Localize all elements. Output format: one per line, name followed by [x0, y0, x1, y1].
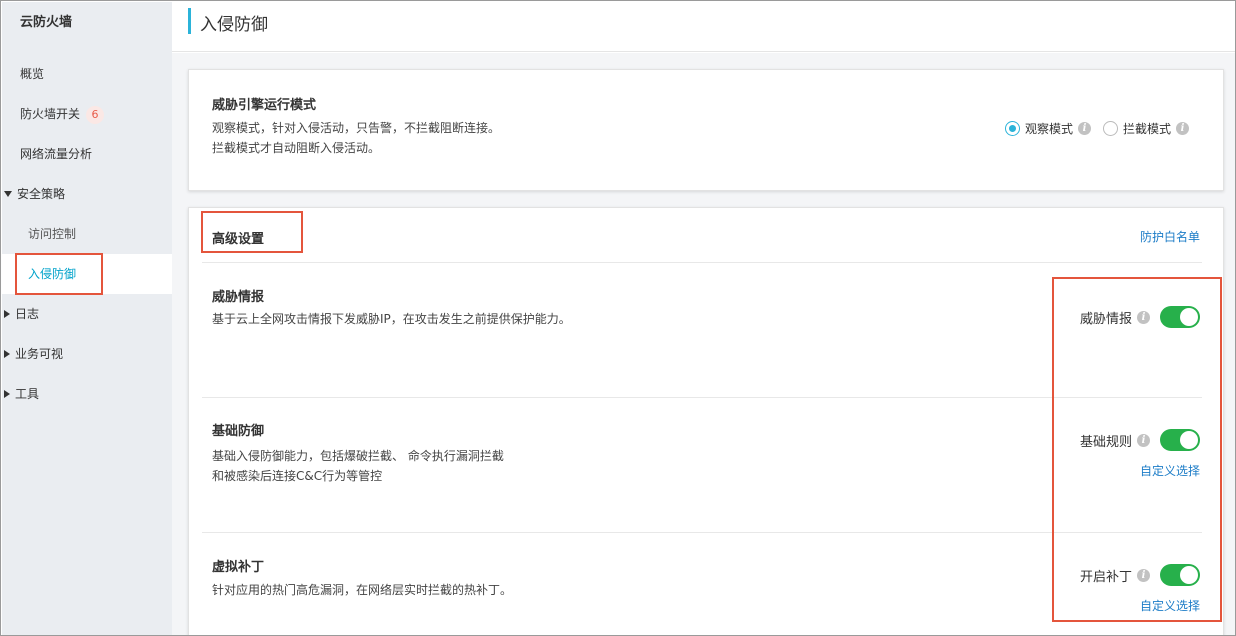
basic-rules-toggle[interactable]	[1160, 429, 1200, 451]
engine-mode-desc-2: 拦截模式才自动阻断入侵活动。	[212, 141, 381, 155]
info-icon[interactable]: i	[1078, 122, 1092, 135]
basic-rules-toggle-row: 基础规则 i	[1080, 429, 1200, 451]
sidebar-item-firewall-switch[interactable]: 防火墙开关 6	[2, 94, 172, 134]
sidebar-item-traffic-analysis[interactable]: 网络流量分析	[2, 134, 172, 174]
sidebar-item-label: 工具	[15, 387, 40, 401]
title-accent-bar	[188, 8, 191, 34]
sidebar-item-label: 概览	[20, 67, 45, 81]
sidebar-item-label: 网络流量分析	[20, 147, 93, 161]
basic-rules-custom-link[interactable]: 自定义选择	[1140, 462, 1200, 479]
divider	[202, 397, 1202, 398]
toggle-label: 基础规则	[1079, 434, 1132, 450]
engine-mode-desc-1: 观察模式，针对入侵活动，只告警，不拦截阻断连接。	[212, 121, 501, 135]
sidebar-group-tools[interactable]: 工具	[2, 374, 172, 414]
virtual-patch-title: 虚拟补丁	[212, 560, 265, 575]
threat-intel-toggle-row: 威胁情报 i	[1080, 306, 1200, 328]
divider	[202, 262, 1202, 263]
sidebar-group-business-visibility[interactable]: 业务可视	[2, 334, 172, 374]
basic-defense-title: 基础防御	[212, 424, 265, 439]
sidebar-item-intrusion-prevention[interactable]: 入侵防御	[2, 254, 172, 294]
info-icon[interactable]: i	[1176, 122, 1190, 135]
virtual-patch-desc: 针对应用的热门高危漏洞，在网络层实时拦截的热补丁。	[212, 583, 513, 597]
divider	[202, 532, 1202, 533]
radio-block-label: 拦截模式	[1123, 122, 1172, 136]
sidebar-item-label: 入侵防御	[28, 267, 77, 281]
caret-right-icon	[4, 389, 10, 398]
patch-toggle-row: 开启补丁 i	[1080, 564, 1200, 586]
toggle-label: 开启补丁	[1079, 569, 1132, 585]
sidebar-item-label: 访问控制	[28, 227, 77, 241]
radio-observe-label: 观察模式	[1025, 122, 1074, 136]
threat-intel-title: 威胁情报	[212, 290, 265, 305]
sidebar-item-label: 业务可视	[15, 347, 64, 361]
threat-intel-desc: 基于云上全网攻击情报下发威胁IP，在攻击发生之前提供保护能力。	[212, 312, 571, 326]
radio-observe[interactable]	[1005, 121, 1020, 136]
patch-toggle[interactable]	[1160, 564, 1200, 586]
whitelist-link[interactable]: 防护白名单	[1140, 228, 1200, 245]
basic-defense-desc-1: 基础入侵防御能力，包括爆破拦截、 命令执行漏洞拦截	[212, 449, 504, 463]
engine-mode-radio-group: 观察模式 i 拦截模式 i	[1005, 120, 1190, 137]
info-icon[interactable]: i	[1137, 310, 1150, 324]
basic-defense-desc-2: 和被感染后连接C&C行为等管控	[212, 469, 383, 483]
caret-right-icon	[4, 349, 10, 358]
advanced-settings-card: 高级设置 防护白名单 威胁情报 基于云上全网攻击情报下发威胁IP，在攻击发生之前…	[188, 207, 1224, 635]
radio-block[interactable]	[1103, 121, 1119, 136]
sidebar: 云防火墙 概览 防火墙开关 6 网络流量分析 安全策略 访问控制 入侵防御 日志 …	[2, 2, 172, 635]
sidebar-item-overview[interactable]: 概览	[2, 54, 172, 94]
threat-intel-toggle[interactable]	[1160, 306, 1200, 328]
sidebar-item-label: 防火墙开关	[20, 107, 81, 121]
sidebar-item-label: 日志	[15, 307, 40, 321]
sidebar-title: 云防火墙	[20, 15, 73, 30]
toggle-label: 威胁情报	[1079, 311, 1132, 327]
advanced-settings-title: 高级设置	[212, 232, 265, 247]
engine-mode-card: 威胁引擎运行模式 观察模式，针对入侵活动，只告警，不拦截阻断连接。 拦截模式才自…	[188, 69, 1224, 191]
sidebar-item-access-control[interactable]: 访问控制	[2, 214, 172, 254]
caret-down-icon	[4, 190, 12, 197]
caret-right-icon	[4, 309, 10, 318]
sidebar-group-logs[interactable]: 日志	[2, 294, 172, 334]
sidebar-item-label: 安全策略	[17, 187, 66, 201]
engine-mode-title: 威胁引擎运行模式	[212, 98, 317, 113]
info-icon[interactable]: i	[1137, 568, 1150, 582]
page-header: 入侵防御	[172, 2, 1235, 52]
app-frame: 云防火墙 概览 防火墙开关 6 网络流量分析 安全策略 访问控制 入侵防御 日志 …	[0, 0, 1236, 636]
sidebar-group-security-policy[interactable]: 安全策略	[2, 174, 172, 214]
info-icon[interactable]: i	[1137, 433, 1150, 447]
main-content: 威胁引擎运行模式 观察模式，针对入侵活动，只告警，不拦截阻断连接。 拦截模式才自…	[172, 53, 1235, 635]
page-title: 入侵防御	[200, 15, 268, 35]
count-badge: 6	[86, 106, 105, 124]
patch-custom-link[interactable]: 自定义选择	[1140, 597, 1200, 614]
